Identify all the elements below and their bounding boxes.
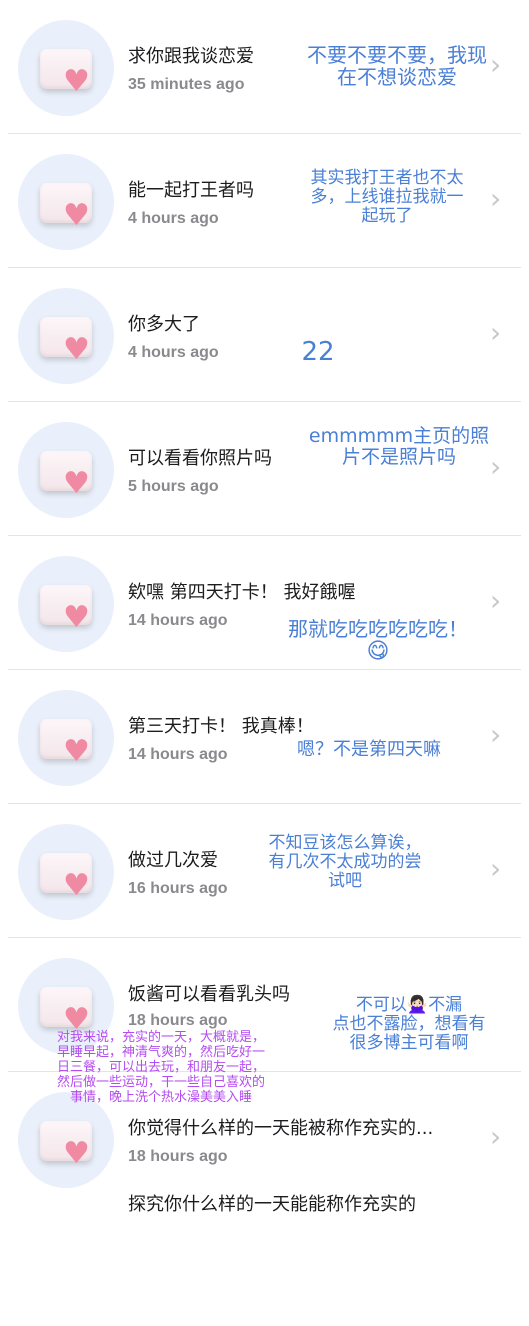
- timestamp: 16 hours ago: [128, 880, 228, 897]
- list-item[interactable]: ♥ 你多大了 4 hours ago ›: [0, 268, 529, 402]
- answer-line: 日三餐，可以出去玩，和朋友一起，: [56, 1060, 265, 1075]
- answer-line: 多，上线谁拉我就一: [310, 187, 464, 208]
- question-text: 可以看看你照片吗: [128, 448, 272, 469]
- answer-line: 嗯？不是第四天嘛: [297, 739, 441, 760]
- question-text: 求你跟我谈恋爱: [128, 46, 254, 67]
- question-text: 饭酱可以看看乳头吗: [128, 984, 290, 1005]
- timestamp: 14 hours ago: [128, 746, 228, 763]
- answer-line: 然后做一些运动，干一些自己喜欢的: [56, 1075, 265, 1090]
- answer-line: 有几次不太成功的尝: [268, 852, 422, 873]
- question-text: 做过几次爱: [128, 850, 218, 871]
- answer-line: 不知豆该怎么算诶，: [268, 833, 422, 853]
- avatar: ♥: [18, 154, 114, 250]
- answer-line: 事情，晚上洗个热水澡美美入睡: [69, 1090, 252, 1105]
- answer-line: 点也不露脸，想看有: [332, 1014, 486, 1035]
- envelope-heart-icon: ♥: [40, 1121, 92, 1169]
- question-text: 第三天打卡！ 我真棒！: [128, 716, 314, 737]
- answer-note-purple: 对我来说，充实的一天，大概就是， 早睡早起，神清气爽的，然后吃好一 日三餐，可以…: [26, 1030, 296, 1105]
- list-item[interactable]: ♥ 第三天打卡！ 我真棒！ 14 hours ago ›: [0, 670, 529, 804]
- answer-note: 嗯？不是第四天嘛: [270, 739, 468, 760]
- avatar: ♥: [18, 1092, 114, 1188]
- answer-note: 不要不要不要，我现 在不想谈恋爱: [288, 44, 506, 89]
- avatar: ♥: [18, 422, 114, 518]
- chevron-right-icon[interactable]: ›: [490, 718, 501, 751]
- answer-line: 试吧: [328, 871, 362, 892]
- answer-note: 不可以🙅🏻‍♀️不漏 点也不露脸，想看有 很多博主可看啊: [304, 995, 514, 1054]
- answer-note: emmmmm主页的照 片不是照片吗: [288, 425, 510, 469]
- envelope-heart-icon: ♥: [40, 987, 92, 1035]
- answer-line: 不要不要不要，我现: [307, 43, 487, 67]
- yum-emoji-icon: 😋: [366, 639, 390, 665]
- answer-line: 那就吃吃吃吃吃吃！: [288, 617, 468, 641]
- list-item[interactable]: 探究你什么样的一天能能称作充实的: [0, 1192, 529, 1326]
- answer-note: 22: [296, 337, 340, 367]
- answer-line: 22: [301, 337, 335, 367]
- avatar: ♥: [18, 288, 114, 384]
- chevron-right-icon[interactable]: ›: [490, 1120, 501, 1153]
- list-item[interactable]: ♥ 可以看看你照片吗 5 hours ago ›: [0, 402, 529, 536]
- envelope-heart-icon: ♥: [40, 451, 92, 499]
- question-text: 探究你什么样的一天能能称作充实的: [128, 1194, 416, 1215]
- timestamp: 14 hours ago: [128, 612, 228, 629]
- answer-line: 对我来说，充实的一天，大概就是，: [56, 1030, 265, 1045]
- chevron-right-icon[interactable]: ›: [490, 316, 501, 349]
- avatar: ♥: [18, 20, 114, 116]
- chevron-right-icon[interactable]: ›: [490, 584, 501, 617]
- avatar: ♥: [18, 824, 114, 920]
- timestamp: 4 hours ago: [128, 344, 219, 361]
- question-text: 你觉得什么样的一天能被称作充实的...: [128, 1118, 434, 1139]
- timestamp: 5 hours ago: [128, 478, 219, 495]
- timestamp: 4 hours ago: [128, 210, 219, 227]
- answer-note: 不知豆该怎么算诶， 有几次不太成功的尝 试吧: [240, 833, 450, 892]
- question-text: 能一起打王者吗: [128, 180, 254, 201]
- answer-note: 其实我打王者也不太 多，上线谁拉我就一 起玩了: [282, 168, 492, 227]
- avatar: ♥: [18, 690, 114, 786]
- answer-line: 不可以🙅🏻‍♀️不漏: [355, 995, 463, 1015]
- answer-line: 早睡早起，神清气爽的，然后吃好一: [56, 1045, 265, 1060]
- envelope-heart-icon: ♥: [40, 719, 92, 767]
- timestamp: 18 hours ago: [128, 1148, 228, 1165]
- envelope-heart-icon: ♥: [40, 49, 92, 97]
- envelope-heart-icon: ♥: [40, 317, 92, 365]
- envelope-heart-icon: ♥: [40, 183, 92, 231]
- answer-line: 片不是照片吗: [341, 446, 456, 469]
- answer-note: 那就吃吃吃吃吃吃！ 😋: [268, 618, 488, 665]
- chevron-right-icon[interactable]: ›: [490, 852, 501, 885]
- question-text: 欸嘿 第四天打卡！ 我好餓喔: [128, 582, 356, 603]
- answer-line: 很多博主可看啊: [349, 1033, 469, 1054]
- timestamp: 18 hours ago: [128, 1012, 228, 1029]
- answer-line: 在不想谈恋爱: [337, 65, 457, 90]
- question-text: 你多大了: [128, 314, 200, 335]
- answer-line: 其实我打王者也不太: [310, 168, 464, 188]
- answer-line: 起玩了: [361, 206, 413, 227]
- envelope-heart-icon: ♥: [40, 585, 92, 633]
- timestamp: 35 minutes ago: [128, 76, 245, 93]
- answer-line: emmmmm主页的照: [308, 425, 490, 447]
- avatar: ♥: [18, 556, 114, 652]
- envelope-heart-icon: ♥: [40, 853, 92, 901]
